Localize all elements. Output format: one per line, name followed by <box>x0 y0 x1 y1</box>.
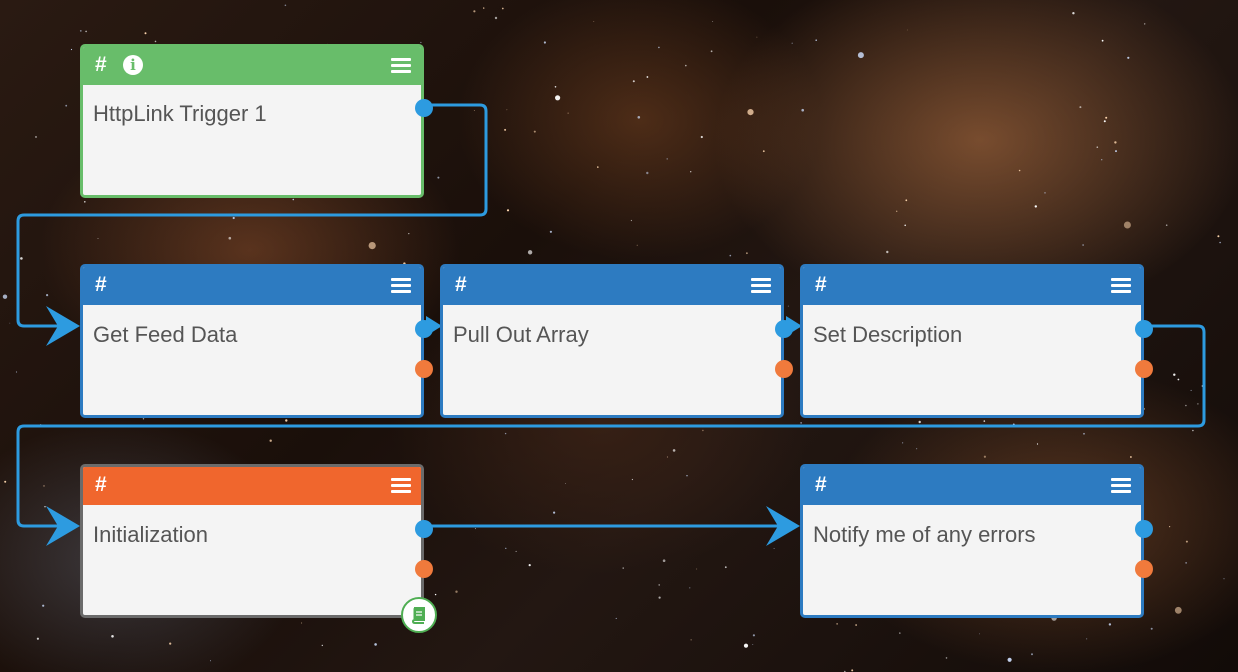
menu-icon[interactable] <box>1111 278 1131 294</box>
book-icon[interactable] <box>401 597 437 633</box>
menu-icon[interactable] <box>391 478 411 494</box>
error-port-icon[interactable] <box>1135 360 1153 378</box>
output-port-icon[interactable] <box>1135 520 1153 538</box>
error-port-icon[interactable] <box>775 360 793 378</box>
node-title: Notify me of any errors <box>813 522 1036 547</box>
error-port-icon[interactable] <box>415 360 433 378</box>
node-pull-out-array[interactable]: # Pull Out Array <box>440 264 793 418</box>
menu-icon[interactable] <box>1111 478 1131 494</box>
node-header: # <box>803 267 1141 305</box>
node-httplink-trigger[interactable]: # i HttpLink Trigger 1 <box>80 44 433 198</box>
node-header: # i <box>83 47 421 85</box>
info-icon[interactable]: i <box>123 55 143 75</box>
node-id-hash: # <box>95 473 107 496</box>
node-header: # <box>803 467 1141 505</box>
node-id-hash: # <box>455 273 467 296</box>
error-port-icon[interactable] <box>1135 560 1153 578</box>
node-title: HttpLink Trigger 1 <box>93 101 267 126</box>
node-initialization[interactable]: # Initialization <box>80 464 437 633</box>
output-port-icon[interactable] <box>775 320 793 338</box>
node-title: Pull Out Array <box>453 322 589 347</box>
output-port-icon[interactable] <box>415 320 433 338</box>
node-set-description[interactable]: # Set Description <box>800 264 1153 418</box>
node-title: Set Description <box>813 322 963 347</box>
node-id-hash: # <box>815 273 827 296</box>
node-id-hash: # <box>815 473 827 496</box>
node-header: # <box>443 267 781 305</box>
node-id-hash: # <box>95 53 107 76</box>
error-port-icon[interactable] <box>415 560 433 578</box>
output-port-icon[interactable] <box>415 99 433 117</box>
menu-icon[interactable] <box>391 278 411 294</box>
menu-icon[interactable] <box>391 58 411 74</box>
output-port-icon[interactable] <box>415 520 433 538</box>
node-header: # <box>83 467 421 505</box>
node-title: Initialization <box>93 522 208 547</box>
output-port-icon[interactable] <box>1135 320 1153 338</box>
node-id-hash: # <box>95 273 107 296</box>
node-notify-errors[interactable]: # Notify me of any errors <box>800 464 1153 618</box>
menu-icon[interactable] <box>751 278 771 294</box>
node-header: # <box>83 267 421 305</box>
node-get-feed-data[interactable]: # Get Feed Data <box>80 264 433 418</box>
node-title: Get Feed Data <box>93 322 238 347</box>
